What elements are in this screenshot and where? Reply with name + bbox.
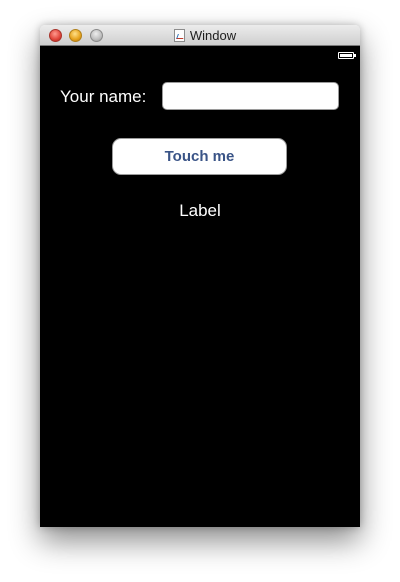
document-app-icon <box>173 29 185 42</box>
app-screen: Your name: Touch me Label <box>40 46 360 527</box>
name-text-field[interactable] <box>162 82 339 110</box>
simulator-window: Window Your name: Touch me Label <box>40 25 360 527</box>
window-title-group: Window <box>40 25 360 46</box>
touch-me-button[interactable]: Touch me <box>112 138 287 175</box>
name-label: Your name: <box>60 87 147 106</box>
window-title: Window <box>189 28 237 43</box>
window-titlebar[interactable]: Window <box>40 25 360 46</box>
battery-fill <box>340 54 352 57</box>
battery-icon <box>338 52 356 59</box>
output-label: Label <box>179 201 221 220</box>
